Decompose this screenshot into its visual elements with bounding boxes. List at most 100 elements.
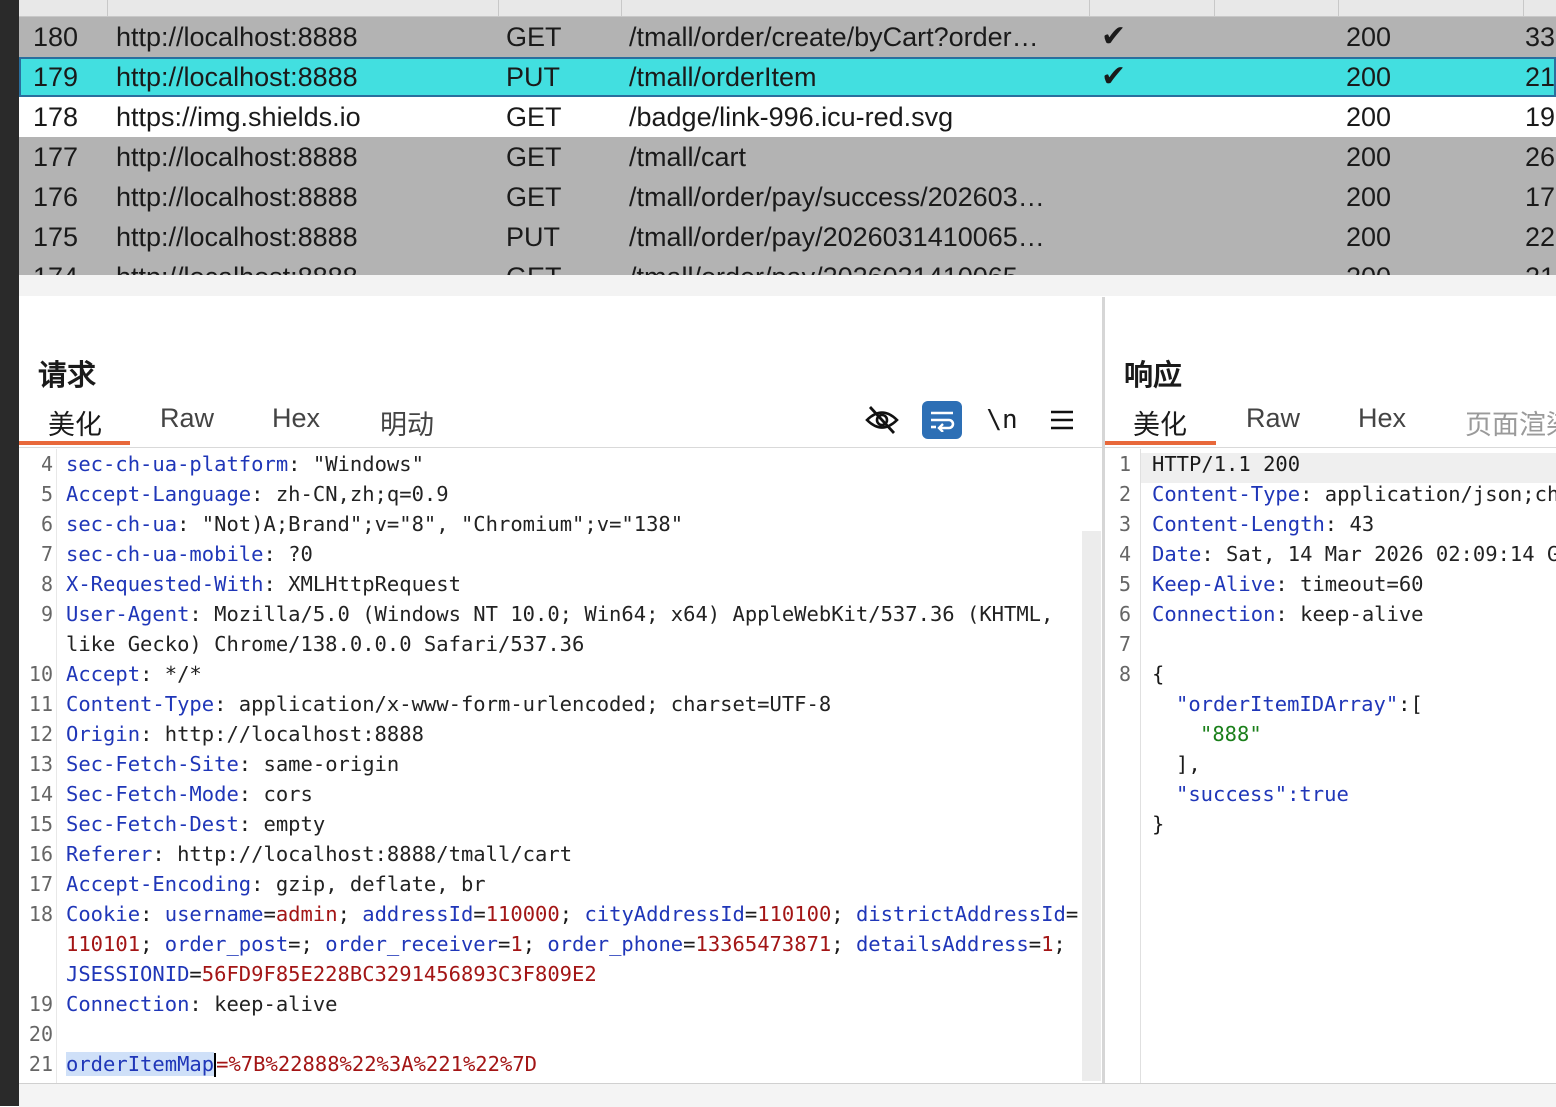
table-row[interactable]: 177 http://localhost:8888 GET /tmall/car… <box>19 137 1556 177</box>
row-status: 200 <box>1346 222 1392 252</box>
table-row[interactable]: 175 http://localhost:8888 PUT /tmall/ord… <box>19 217 1556 257</box>
cookie-value: 1 <box>1041 932 1054 956</box>
row-url: /tmall/order/create/byCart?order… <box>629 22 1039 52</box>
word-wrap-icon[interactable] <box>922 401 962 439</box>
json-close-brace: } <box>1152 812 1165 836</box>
cookie-name: JSESSIONID <box>66 962 190 986</box>
menu-icon[interactable] <box>1042 401 1082 439</box>
json-open-array: :[ <box>1398 692 1423 716</box>
table-row-selected[interactable]: 179 http://localhost:8888 PUT /tmall/ord… <box>19 57 1556 97</box>
header-value: : "Windows" <box>288 452 424 476</box>
header-key: Accept-Encoding <box>66 872 252 896</box>
code-line: "success":true <box>1105 779 1556 809</box>
header-col-edited[interactable] <box>1215 0 1339 16</box>
code-line: 16 Referer: http://localhost:8888/tmall/c… <box>19 839 1102 869</box>
row-url: /tmall/order/pay/2026031410065… <box>629 222 1045 252</box>
header-value: : http://localhost:8888 <box>140 722 424 746</box>
header-key: Referer <box>66 842 153 866</box>
row-url: /tmall/cart <box>629 142 747 172</box>
code-line: 19 Connection: keep-alive <box>19 989 1102 1019</box>
cookie-line: JSESSIONID=56FD9F85E228BC3291456893C3F80… <box>66 962 597 986</box>
row-number: 180 <box>33 22 79 52</box>
line-number: 2 <box>1118 482 1131 506</box>
row-status: 200 <box>1346 257 1456 275</box>
horizontal-scrollbar[interactable] <box>19 275 1556 296</box>
header-col-host[interactable] <box>108 0 499 16</box>
code-line: 15 Sec-Fetch-Dest: empty <box>19 809 1102 839</box>
body-param-key[interactable]: orderItemMap <box>66 1052 215 1076</box>
row-length: 21 <box>1525 257 1556 275</box>
row-host: https://img.shields.io <box>116 102 361 132</box>
table-row[interactable]: 176 http://localhost:8888 GET /tmall/ord… <box>19 177 1556 217</box>
tab-render[interactable]: 页面渲染 <box>1465 403 1556 442</box>
line-number: 7 <box>40 542 53 566</box>
tab-pretty[interactable]: 美化 <box>1133 403 1187 442</box>
row-url: /tmall/orderItem <box>629 62 817 92</box>
vertical-scrollbar[interactable] <box>1082 531 1101 1081</box>
header-value: : same-origin <box>238 752 400 776</box>
hide-eye-icon[interactable] <box>862 401 902 439</box>
header-key: Accept-Language <box>66 482 252 506</box>
cookie-name: username <box>164 902 264 926</box>
cookie-value: 110100 <box>757 902 832 926</box>
header-col-url[interactable] <box>622 0 1090 16</box>
code-line: 12 Origin: http://localhost:8888 <box>19 719 1102 749</box>
line-number: 5 <box>40 482 53 506</box>
tab-inspector[interactable]: 明动 <box>380 403 434 442</box>
line-number: 18 <box>28 902 53 926</box>
tab-raw[interactable]: Raw <box>1246 403 1300 434</box>
table-row[interactable]: 178 https://img.shields.io GET /badge/li… <box>19 97 1556 137</box>
tab-hex[interactable]: Hex <box>1358 403 1406 434</box>
code-line: "orderItemIDArray":[ <box>1105 689 1556 719</box>
header-key: Accept <box>66 662 141 686</box>
row-url: /badge/link-996.icu-red.svg <box>629 102 954 132</box>
header-col-num[interactable] <box>19 0 108 16</box>
header-key: Sec-Fetch-Dest <box>66 812 239 836</box>
header-value: : zh-CN,zh;q=0.9 <box>251 482 449 506</box>
line-number: 21 <box>28 1052 53 1076</box>
code-line: 8 X-Requested-With: XMLHttpRequest <box>19 569 1102 599</box>
header-key: X-Requested-With <box>66 572 264 596</box>
newline-toggle-icon[interactable]: \n <box>982 401 1022 439</box>
json-open-brace: { <box>1152 662 1165 686</box>
header-value: : application/json;charset=UTF-8 <box>1300 482 1556 506</box>
code-line: like Gecko) Chrome/138.0.0.0 Safari/537.… <box>19 629 1102 659</box>
row-number: 176 <box>33 182 79 212</box>
row-number: 179 <box>33 62 79 92</box>
row-length: 19 <box>1525 102 1556 132</box>
header-key: User-Agent <box>66 602 190 626</box>
header-col-status[interactable] <box>1339 0 1524 16</box>
response-editor[interactable]: 1 HTTP/1.1 200 2 Content-Type: application… <box>1105 449 1556 839</box>
code-line: 5 Accept-Language: zh-CN,zh;q=0.9 <box>19 479 1102 509</box>
header-value: : http://localhost:8888/tmall/cart <box>152 842 573 866</box>
tab-raw[interactable]: Raw <box>160 403 214 434</box>
header-value: : gzip, deflate, br <box>251 872 486 896</box>
tab-pretty[interactable]: 美化 <box>48 403 102 442</box>
status-line: HTTP/1.1 200 <box>1152 452 1301 476</box>
row-host: http://localhost:8888 <box>116 182 358 212</box>
header-key: Connection <box>66 992 190 1016</box>
line-number: 3 <box>1118 512 1131 536</box>
response-pane: 响应 美化 Raw Hex 页面渲染 1 HTTP/1.1 200 2 Conten… <box>1105 297 1556 1106</box>
table-row[interactable]: 180 http://localhost:8888 GET /tmall/ord… <box>19 17 1556 57</box>
table-row[interactable]: 174 http://localhost:8888 GET /tmall/ord… <box>19 257 1556 275</box>
row-length: 26 <box>1525 142 1556 172</box>
code-line: 4 sec-ch-ua-platform: "Windows" <box>19 449 1102 479</box>
tab-hex[interactable]: Hex <box>272 403 320 434</box>
header-col-method[interactable] <box>499 0 622 16</box>
cookie-name: cityAddressId <box>584 902 745 926</box>
row-length: 22 <box>1525 222 1556 252</box>
request-editor[interactable]: 4 sec-ch-ua-platform: "Windows" 5 Accept-L… <box>19 449 1102 1084</box>
code-line: 3 Content-Length: 43 <box>1105 509 1556 539</box>
line-number: 19 <box>28 992 53 1016</box>
cookie-line: 110101; order_post=; order_receiver=1; o… <box>66 932 1066 956</box>
header-value: : timeout=60 <box>1275 572 1424 596</box>
json-key: "success" <box>1176 782 1288 806</box>
cookie-value: 110000 <box>485 902 560 926</box>
body-param-value: =%7B%22888%22%3A%221%22%7D <box>216 1052 538 1076</box>
json-string: "888" <box>1200 722 1262 746</box>
line-number: 7 <box>1118 632 1131 656</box>
row-host: http://localhost:8888 <box>116 22 358 52</box>
header-col-params[interactable] <box>1090 0 1215 16</box>
cookie-line: 18 Cookie: username=admin; addressId=110… <box>19 899 1102 929</box>
